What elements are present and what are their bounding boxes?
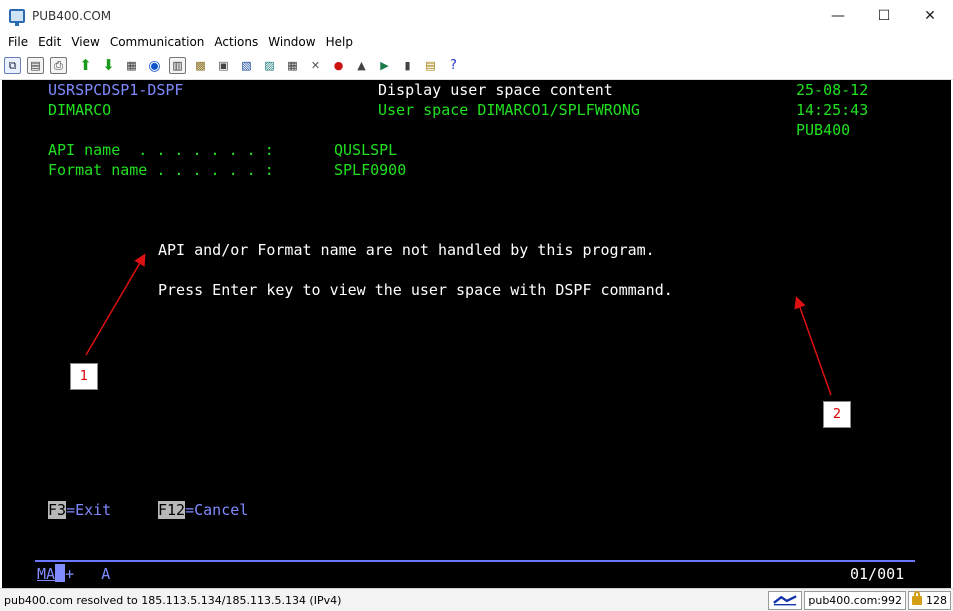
question-icon[interactable]: ?	[445, 57, 462, 74]
memo-icon[interactable]: ▤	[422, 57, 439, 74]
record-icon[interactable]: ▦	[123, 57, 140, 74]
connection-signal-icon	[768, 590, 803, 610]
color-icon[interactable]: ▩	[192, 57, 209, 74]
status-bar: pub400.com resolved to 185.113.5.134/185…	[0, 588, 953, 611]
keyboard-icon[interactable]: ▥	[169, 57, 186, 74]
notes-icon[interactable]: ▶	[376, 57, 393, 74]
connect-icon[interactable]: ▲	[353, 57, 370, 74]
screen-icon[interactable]: ▣	[215, 57, 232, 74]
error-message: API and/or Format name are not handled b…	[158, 241, 655, 259]
menu-file[interactable]: File	[3, 35, 33, 49]
menu-bar: File Edit View Communication Actions Win…	[0, 31, 953, 52]
system-name: PUB400	[796, 121, 851, 139]
tools-icon[interactable]: ▨	[261, 57, 278, 74]
screen-time: 14:25:43	[796, 101, 869, 119]
copy-icon[interactable]: ⧉	[4, 57, 21, 74]
format-name-label: Format name . . . . . . :	[48, 161, 274, 179]
status-plus: +	[65, 565, 75, 583]
api-name-label: API name . . . . . . . :	[48, 141, 274, 159]
api-name-value: QUSLSPL	[334, 141, 398, 159]
terminal-screen[interactable]: USRSPCDSP1-DSPF Display user space conte…	[2, 80, 951, 588]
menu-actions[interactable]: Actions	[209, 35, 263, 49]
status-a: A	[101, 565, 111, 583]
f12-label: =Cancel	[185, 501, 249, 519]
window-controls: — ☐ ✕	[815, 0, 953, 31]
terminal-app-icon	[9, 8, 25, 26]
f3-key: F3	[48, 501, 67, 519]
screen-date: 25-08-12	[796, 81, 869, 99]
screen-subheading: User space DIMARCO1/SPLFWRONG	[378, 101, 640, 119]
send-icon[interactable]: ⬆	[77, 57, 94, 74]
annotation-label-1: 1	[70, 363, 98, 390]
cursor-block	[55, 564, 66, 582]
menu-help[interactable]: Help	[321, 35, 358, 49]
menu-edit[interactable]: Edit	[33, 35, 66, 49]
lock-icon	[912, 590, 922, 605]
chart-icon[interactable]: ✕	[307, 57, 324, 74]
f12-key: F12	[158, 501, 186, 519]
encryption-bits: 128	[926, 593, 947, 607]
annotation-label-2: 2	[823, 401, 851, 428]
f12-cancel-key[interactable]: F12=Cancel	[158, 500, 248, 520]
disconnect-icon[interactable]: ●	[330, 57, 347, 74]
minimize-button[interactable]: —	[815, 0, 861, 31]
screen-heading: Display user space content	[378, 81, 613, 99]
paste-icon[interactable]: ▤	[27, 57, 44, 74]
menu-view[interactable]: View	[66, 35, 104, 49]
format-name-value: SPLF0900	[334, 161, 407, 179]
play-macro-icon[interactable]: ◉	[146, 57, 163, 74]
stop-icon[interactable]: ▦	[284, 57, 301, 74]
maximize-button[interactable]: ☐	[861, 0, 907, 31]
status-ma: MA	[37, 565, 56, 583]
title-bar: PUB400.COM — ☐ ✕	[0, 0, 953, 31]
user-name: DIMARCO	[48, 101, 112, 119]
program-name: USRSPCDSP1-DSPF	[48, 81, 184, 99]
toolbar: ⧉ ▤ ⎙ ⬆ ⬇ ▦ ◉ ▥ ▩ ▣ ▧ ▨ ▦ ✕ ● ▲ ▶ ▮ ▤ ?	[0, 52, 953, 80]
menu-communication[interactable]: Communication	[105, 35, 210, 49]
instruction-message: Press Enter key to view the user space w…	[158, 281, 673, 299]
help-icon[interactable]: ▮	[399, 57, 416, 74]
f3-label: =Exit	[66, 501, 112, 519]
f3-exit-key[interactable]: F3=Exit	[48, 500, 111, 520]
menu-window[interactable]: Window	[263, 35, 320, 49]
grid-icon[interactable]: ▧	[238, 57, 255, 74]
operator-info-area: MA + A	[37, 564, 110, 584]
cursor-position: 01/001	[850, 565, 905, 583]
operator-info-divider	[35, 560, 915, 562]
status-message: pub400.com resolved to 185.113.5.134/185…	[4, 593, 342, 607]
host-port: pub400.com:992	[804, 590, 906, 610]
close-button[interactable]: ✕	[907, 0, 953, 31]
encryption-indicator: 128	[908, 590, 951, 610]
receive-icon[interactable]: ⬇	[100, 57, 117, 74]
window-title: PUB400.COM	[32, 8, 112, 23]
print-icon[interactable]: ⎙	[50, 57, 67, 74]
